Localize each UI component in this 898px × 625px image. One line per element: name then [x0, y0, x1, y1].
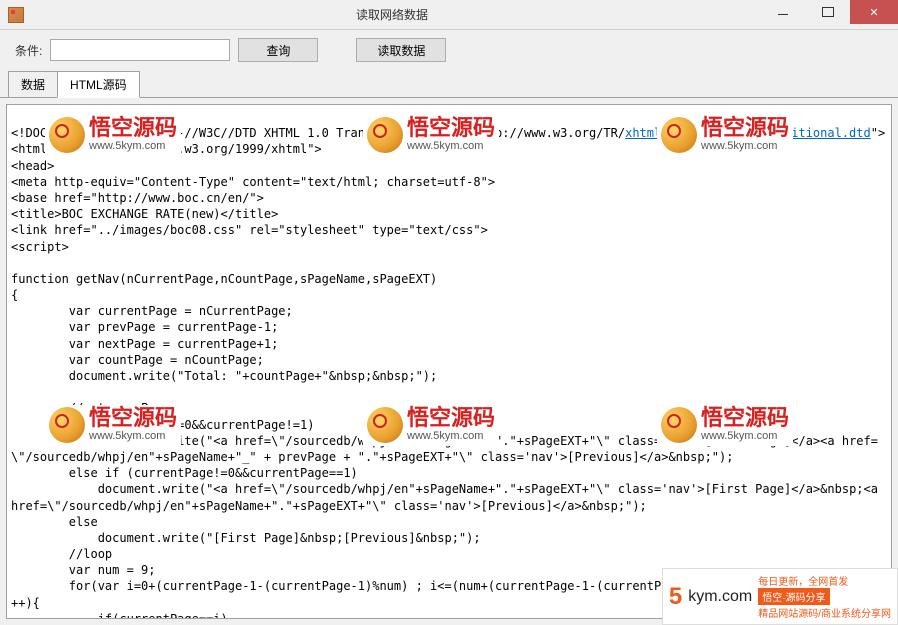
html-source-viewer[interactable]: <!DOCTYPE html PUBLIC "-//W3C//DTD XHTML… — [6, 104, 892, 619]
source-line: <head> — [11, 159, 54, 173]
source-line: else — [11, 515, 98, 529]
badge-number: 5 — [669, 583, 682, 611]
source-line: if(currentPage!=0&&currentPage!=1) — [11, 418, 314, 432]
query-button[interactable]: 查询 — [238, 38, 318, 62]
source-line: var num = 9; — [11, 563, 156, 577]
source-line: <meta http-equiv="Content-Type" content=… — [11, 175, 495, 189]
badge-tagline-2: 悟空·源码分享 — [758, 588, 829, 605]
close-button[interactable] — [850, 0, 898, 24]
source-line: <title>BOC EXCHANGE RATE(new)</title> — [11, 207, 278, 221]
source-line: var prevPage = currentPage-1; — [11, 320, 278, 334]
source-line: var currentPage = nCurrentPage; — [11, 304, 293, 318]
window-title: 读取网络数据 — [24, 6, 760, 23]
window-controls — [760, 0, 898, 29]
badge-tagline-3: 精品网站源码/商业系统分享网 — [758, 605, 891, 620]
source-line: <script> — [11, 240, 69, 254]
source-line: document.write("<a href=\"/sourcedb/whpj… — [11, 482, 885, 512]
source-line: //loop — [11, 547, 112, 561]
badge-domain: kym.com — [688, 588, 752, 606]
source-line: var countPage = nCountPage; — [11, 353, 264, 367]
app-window: 读取网络数据 条件: 查询 读取数据 数据 HTML源码 <!DOCTYPE h… — [0, 0, 898, 625]
read-data-button[interactable]: 读取数据 — [356, 38, 446, 62]
source-line: var nextPage = currentPage+1; — [11, 337, 278, 351]
tab-html-source[interactable]: HTML源码 — [57, 71, 140, 98]
content-area: <!DOCTYPE html PUBLIC "-//W3C//DTD XHTML… — [0, 98, 898, 625]
source-line: <base href="http://www.boc.cn/en/"> — [11, 191, 264, 205]
watermark-text-url: www.5kym.com — [701, 139, 789, 154]
source-line: document.write("[First Page]&nbsp;[Previ… — [11, 531, 481, 545]
source-line: { — [11, 288, 18, 302]
watermark-text-url: www.5kym.com — [407, 139, 495, 154]
condition-label: 条件: — [15, 42, 42, 59]
source-line: document.write("Total: "+countPage+"&nbs… — [11, 369, 437, 383]
titlebar: 读取网络数据 — [0, 0, 898, 30]
corner-badge: 5 kym.com 每日更新，全网首发 悟空·源码分享 精品网站源码/商业系统分… — [662, 568, 898, 625]
source-line: function getNav(nCurrentPage,nCountPage,… — [11, 272, 437, 286]
tab-data[interactable]: 数据 — [8, 71, 58, 98]
badge-tagline-1: 每日更新，全网首发 — [758, 573, 848, 588]
condition-input[interactable] — [50, 39, 230, 61]
tab-strip: 数据 HTML源码 — [0, 70, 898, 98]
source-line: <link href="../images/boc08.css" rel="st… — [11, 223, 488, 237]
maximize-button[interactable] — [805, 0, 850, 24]
app-icon — [8, 7, 24, 23]
source-line: <html xmlns="http://www.w3.org/1999/xhtm… — [11, 142, 322, 156]
watermark-text-cn: 悟空源码 — [701, 407, 789, 429]
source-line: //set prevPage — [11, 401, 170, 415]
minimize-button[interactable] — [760, 0, 805, 24]
source-link[interactable]: xhtml1/DTD/xhtml1-transitional.dtd — [625, 126, 871, 140]
source-line: <!DOCTYPE html PUBLIC "-//W3C//DTD XHTML… — [11, 126, 625, 140]
source-line: if(currentPage==i) — [11, 612, 228, 619]
source-line: else if (currentPage!=0&&currentPage==1) — [11, 466, 358, 480]
watermark-text-cn: 悟空源码 — [407, 407, 495, 429]
source-line: document.write("<a href=\"/sourcedb/whpj… — [11, 434, 878, 464]
source-line: "> — [871, 126, 885, 140]
toolbar: 条件: 查询 读取数据 — [0, 30, 898, 70]
